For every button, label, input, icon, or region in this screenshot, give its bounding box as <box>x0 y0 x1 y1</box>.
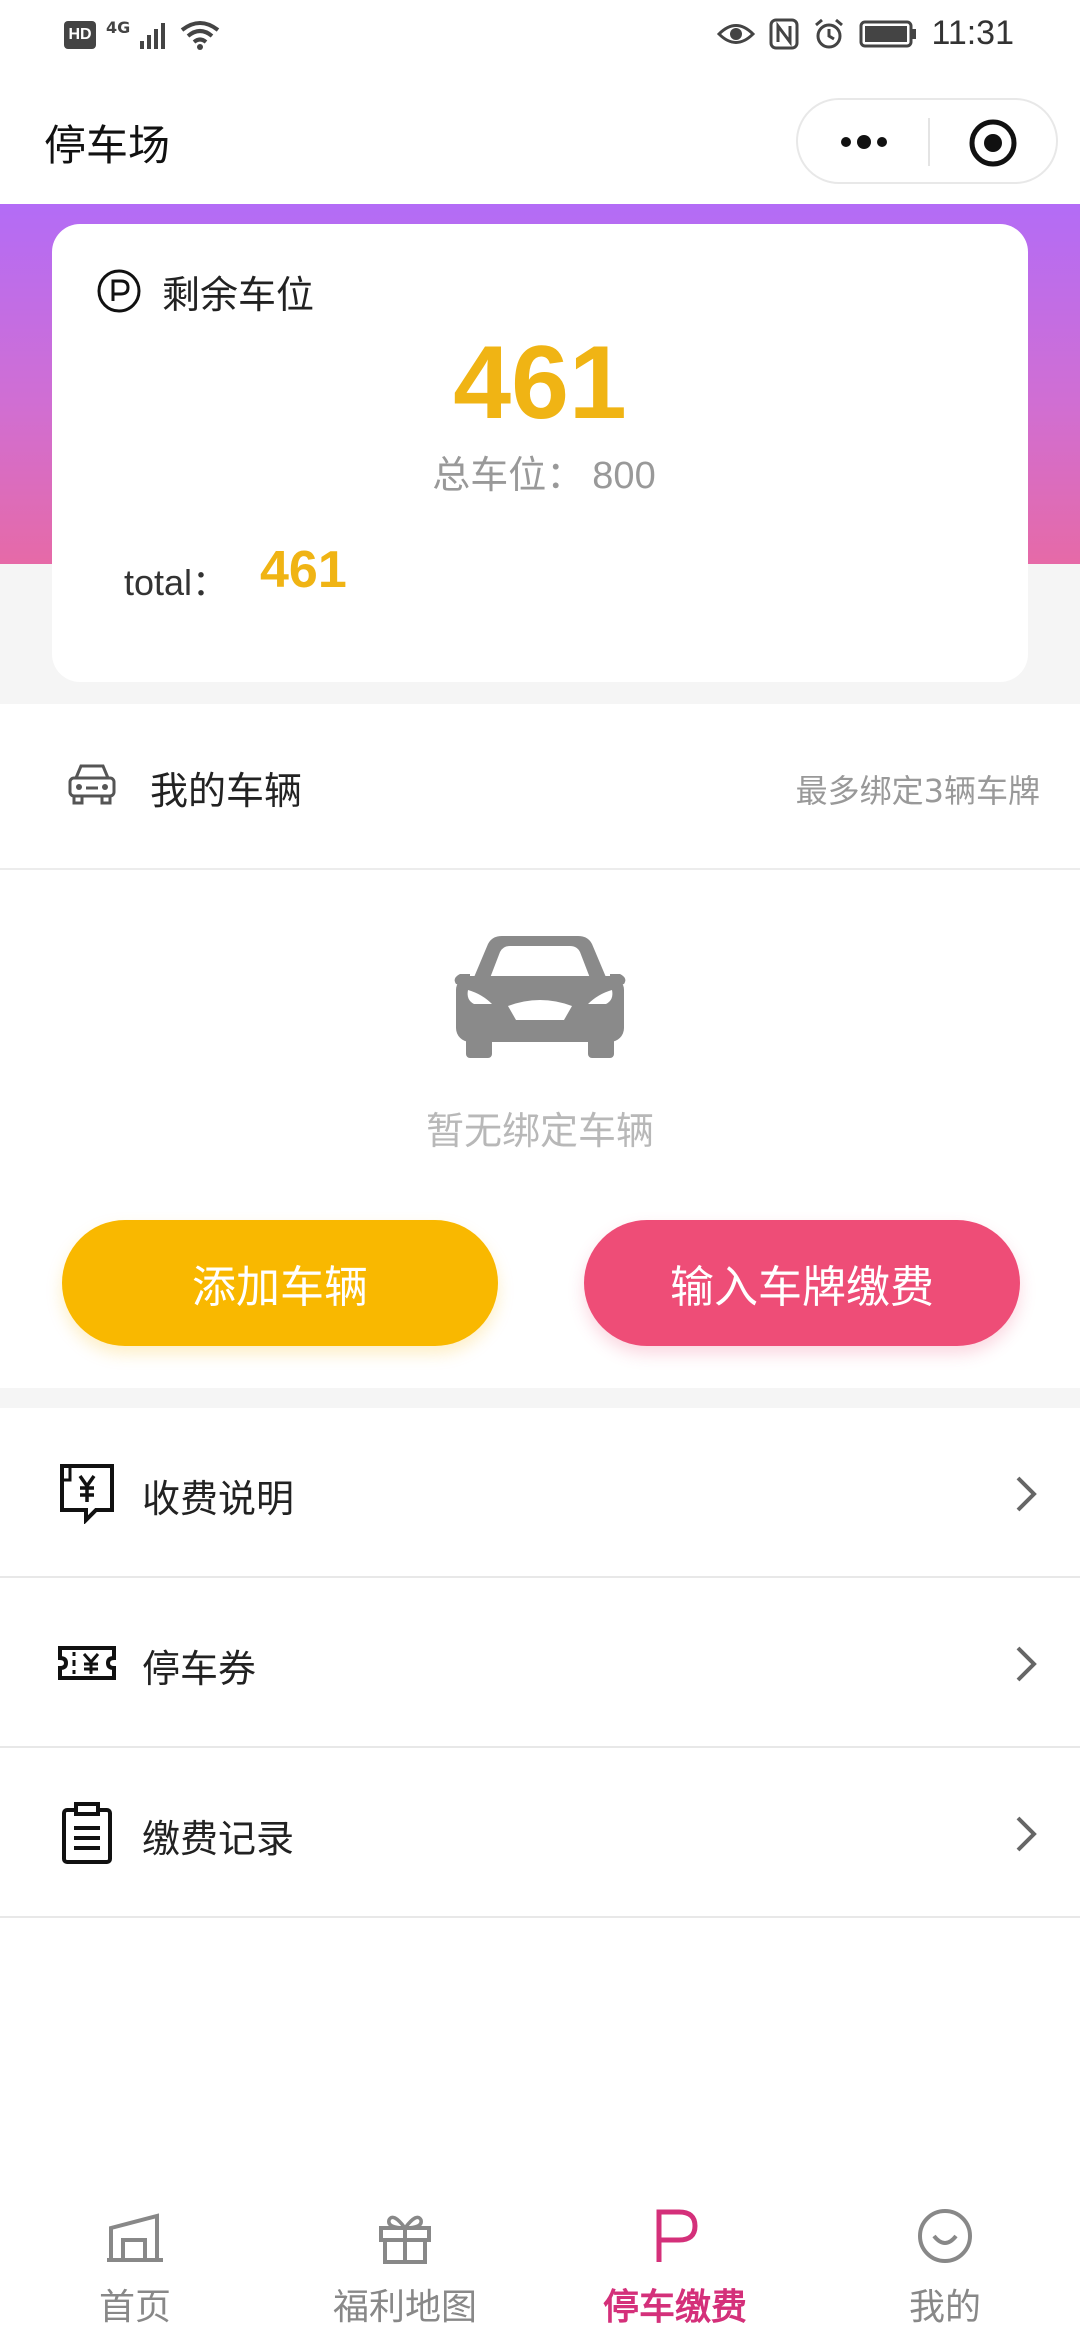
nav-bar: 停车场 <box>0 80 1080 204</box>
fee-receipt-icon <box>60 1464 114 1524</box>
tab-label-mine: 我的 <box>908 2287 981 2328</box>
tab-parking-pay[interactable]: 停车缴费 <box>540 2186 810 2340</box>
wifi-icon <box>181 21 220 50</box>
menu-label-fee-info: 收费说明 <box>142 1477 295 1521</box>
more-dots-icon[interactable] <box>836 122 892 162</box>
no-vehicles-text: 暂无绑定车辆 <box>425 1109 654 1153</box>
clock-time: 11:31 <box>931 14 1014 52</box>
smile-profile-icon <box>918 2209 972 2263</box>
gift-icon <box>379 2215 431 2264</box>
payment-record-icon <box>62 1802 112 1864</box>
bottom-tab-bar: 首页 福利地图 停车缴费 我的 <box>0 2186 1080 2340</box>
parking-p-icon <box>656 2209 698 2262</box>
add-vehicle-button[interactable]: 添加车辆 <box>62 1220 498 1346</box>
tab-home[interactable]: 首页 <box>0 2186 270 2340</box>
tab-label-home: 首页 <box>98 2287 171 2328</box>
status-bar: HD 4G 11:31 <box>0 0 1080 80</box>
status-left: HD 4G <box>64 17 220 50</box>
eye-icon <box>717 23 756 44</box>
empty-car-icon <box>454 936 626 1058</box>
total-spaces-label: 总车位： <box>432 455 585 497</box>
menu-row-payment-records[interactable]: 缴费记录 <box>0 1748 1080 1918</box>
menu-row-fee-info[interactable]: 收费说明 <box>0 1408 1080 1578</box>
mini-program-capsule <box>796 98 1058 184</box>
hd-badge: HD <box>64 21 96 49</box>
status-right: 11:31 <box>717 14 1014 53</box>
remaining-spaces-label: 剩余车位 <box>162 273 315 317</box>
tab-mine[interactable]: 我的 <box>810 2186 1080 2340</box>
car-front-icon <box>68 764 116 805</box>
my-vehicles-title: 我的车辆 <box>150 769 303 813</box>
battery-icon <box>859 20 917 47</box>
total-spaces-value: 800 <box>592 455 656 497</box>
total-small-value: 461 <box>260 541 347 599</box>
capsule-divider <box>928 118 930 166</box>
parking-summary-card: 剩余车位 461 总车位： 800 total： 461 <box>52 224 1028 682</box>
vehicles-empty-state: 暂无绑定车辆 添加车辆 输入车牌缴费 <box>0 872 1080 1388</box>
menu-label-parking-coupon: 停车券 <box>142 1647 257 1691</box>
network-type: 4G <box>106 17 131 37</box>
page-title: 停车场 <box>44 121 171 170</box>
total-spaces-row: 总车位： 800 <box>52 444 1028 499</box>
remaining-spaces-value: 461 <box>453 325 627 441</box>
alarm-icon <box>815 18 844 48</box>
total-small-label: total： <box>124 562 229 603</box>
signal-icon <box>140 23 166 49</box>
menu-row-parking-coupon[interactable]: 停车券 <box>0 1578 1080 1748</box>
section-divider <box>0 1388 1080 1408</box>
my-vehicles-header: 我的车辆 最多绑定3辆车牌 <box>0 704 1080 870</box>
chevron-right-icon <box>1016 1816 1037 1852</box>
chevron-right-icon <box>1016 1646 1037 1682</box>
parking-circle-icon <box>97 269 141 313</box>
tab-welfare-map[interactable]: 福利地图 <box>270 2186 540 2340</box>
max-plates-hint: 最多绑定3辆车牌 <box>795 772 1040 810</box>
parking-coupon-icon <box>58 1646 116 1680</box>
home-icon <box>107 2213 163 2262</box>
close-target-icon[interactable] <box>968 118 1018 168</box>
enter-plate-pay-button[interactable]: 输入车牌缴费 <box>584 1220 1020 1346</box>
nfc-icon <box>769 18 799 49</box>
menu-label-payment-records: 缴费记录 <box>142 1817 295 1861</box>
tab-label-welfare-map: 福利地图 <box>332 2287 477 2328</box>
tab-label-parking-pay: 停车缴费 <box>602 2287 747 2328</box>
chevron-right-icon <box>1016 1476 1037 1512</box>
